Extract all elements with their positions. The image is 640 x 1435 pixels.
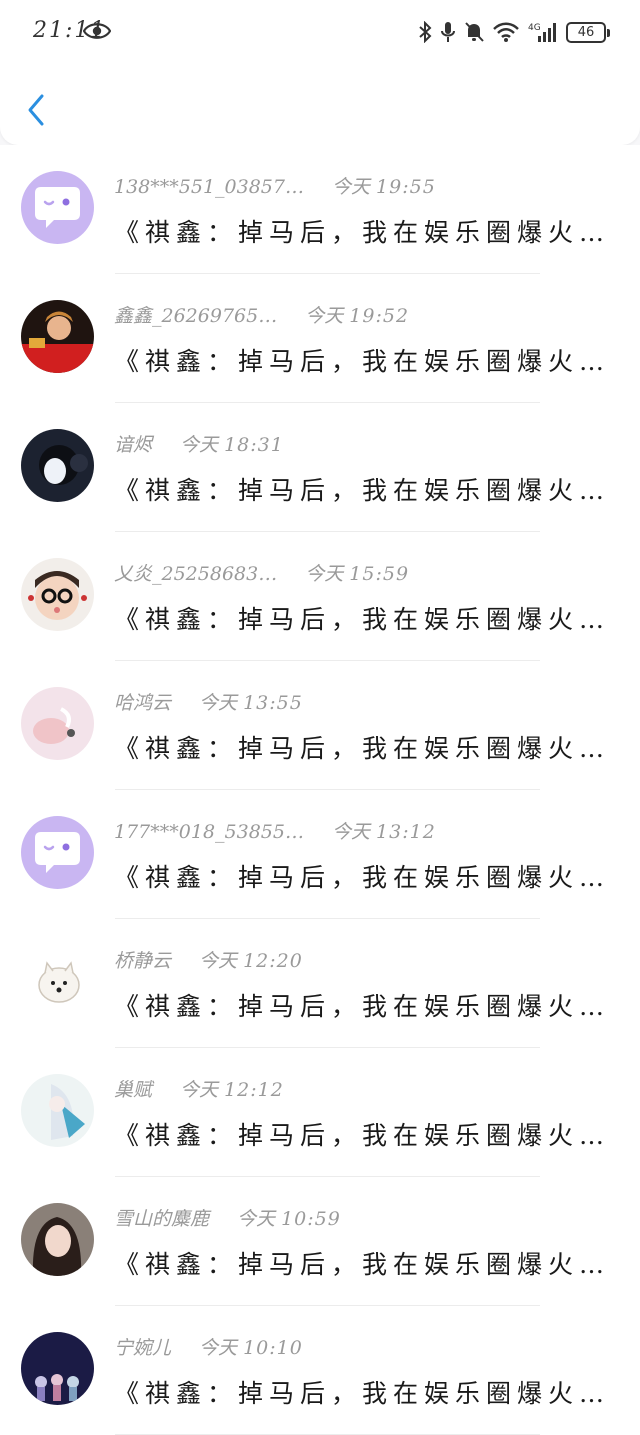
sender-name: 谙烬: [114, 434, 153, 456]
message-date: 今天: [199, 1337, 238, 1359]
message-meta: 宁婉儿 今天 10:10: [114, 1333, 303, 1360]
message-preview: 《祺鑫：掉马后，我在娱乐圈爆火…: [114, 1250, 611, 1279]
message-item[interactable]: 宁婉儿 今天 10:10 《祺鑫：掉马后，我在娱乐圈爆火…: [0, 1306, 640, 1435]
message-date: 今天: [199, 692, 238, 714]
avatar[interactable]: [21, 1332, 94, 1405]
top-bar: 21:11 4G 46: [0, 0, 640, 145]
message-date: 今天: [180, 1079, 219, 1101]
avatar[interactable]: [21, 816, 94, 889]
message-item[interactable]: 138***551_03857… 今天 19:55 《祺鑫：掉马后，我在娱乐圈爆火…: [0, 145, 640, 274]
eye-icon: [83, 23, 111, 39]
message-item[interactable]: 谙烬 今天 18:31 《祺鑫：掉马后，我在娱乐圈爆火…: [0, 403, 640, 532]
message-date: 今天: [331, 176, 370, 198]
message-item[interactable]: 鑫鑫_26269765… 今天 19:52 《祺鑫：掉马后，我在娱乐圈爆火…: [0, 274, 640, 403]
message-item[interactable]: 177***018_53855… 今天 13:12 《祺鑫：掉马后，我在娱乐圈爆火…: [0, 790, 640, 919]
sender-name: 巢赋: [114, 1079, 153, 1101]
message-time: 19:52: [349, 305, 410, 327]
avatar[interactable]: [21, 429, 94, 502]
message-time: 15:59: [349, 563, 410, 585]
message-date: 今天: [305, 305, 344, 327]
message-item[interactable]: 雪山的麋鹿 今天 10:59 《祺鑫：掉马后，我在娱乐圈爆火…: [0, 1177, 640, 1306]
message-meta: 桥静云 今天 12:20: [114, 946, 303, 973]
message-preview: 《祺鑫：掉马后，我在娱乐圈爆火…: [114, 347, 611, 376]
message-date: 今天: [199, 950, 238, 972]
message-item[interactable]: 巢赋 今天 12:12 《祺鑫：掉马后，我在娱乐圈爆火…: [0, 1048, 640, 1177]
chevron-left-icon: [28, 94, 44, 126]
message-meta: 巢赋 今天 12:12: [114, 1075, 284, 1102]
sender-name: 鑫鑫_26269765…: [114, 305, 278, 327]
message-item[interactable]: 哈鸿云 今天 13:55 《祺鑫：掉马后，我在娱乐圈爆火…: [0, 661, 640, 790]
message-date: 今天: [305, 563, 344, 585]
message-time: 18:31: [224, 434, 284, 456]
message-time: 10:10: [243, 1337, 303, 1359]
message-time: 10:59: [281, 1208, 341, 1230]
status-icons: 4G 46: [418, 18, 610, 46]
bluetooth-icon: [419, 21, 432, 43]
back-button[interactable]: [20, 88, 52, 132]
message-meta: 谙烬 今天 18:31: [114, 430, 284, 457]
signal-icon: 4G: [528, 23, 556, 42]
bell-muted-icon: [465, 22, 484, 42]
message-preview: 《祺鑫：掉马后，我在娱乐圈爆火…: [114, 605, 611, 634]
sender-name: 宁婉儿: [114, 1337, 172, 1359]
avatar[interactable]: [21, 687, 94, 760]
sender-name: 177***018_53855…: [114, 821, 304, 843]
message-date: 今天: [237, 1208, 276, 1230]
avatar[interactable]: [21, 1203, 94, 1276]
battery-indicator: 46: [566, 21, 610, 43]
avatar[interactable]: [21, 558, 94, 631]
message-meta: 鑫鑫_26269765… 今天 19:52: [114, 301, 409, 328]
avatar[interactable]: [21, 945, 94, 1018]
message-time: 13:12: [376, 821, 436, 843]
microphone-icon: [441, 22, 455, 42]
sender-name: 乂炎_25258683…: [114, 563, 278, 585]
sender-name: 138***551_03857…: [114, 176, 304, 198]
sender-name: 雪山的麋鹿: [114, 1208, 210, 1230]
avatar[interactable]: [21, 171, 94, 244]
message-preview: 《祺鑫：掉马后，我在娱乐圈爆火…: [114, 992, 611, 1021]
message-meta: 雪山的麋鹿 今天 10:59: [114, 1204, 341, 1231]
message-date: 今天: [180, 434, 219, 456]
wifi-icon: [493, 22, 519, 42]
svg-text:4G: 4G: [528, 23, 541, 33]
sender-name: 桥静云: [114, 950, 172, 972]
message-meta: 哈鸿云 今天 13:55: [114, 688, 303, 715]
status-bar: 21:11 4G 46: [0, 0, 640, 62]
message-time: 19:55: [376, 176, 436, 198]
message-time: 12:12: [224, 1079, 284, 1101]
message-meta: 138***551_03857… 今天 19:55: [114, 172, 436, 199]
message-meta: 乂炎_25258683… 今天 15:59: [114, 559, 409, 586]
avatar[interactable]: [21, 1074, 94, 1147]
message-time: 13:55: [243, 692, 303, 714]
sender-name: 哈鸿云: [114, 692, 172, 714]
message-time: 12:20: [243, 950, 303, 972]
message-preview: 《祺鑫：掉马后，我在娱乐圈爆火…: [114, 863, 611, 892]
message-item[interactable]: 桥静云 今天 12:20 《祺鑫：掉马后，我在娱乐圈爆火…: [0, 919, 640, 1048]
avatar[interactable]: [21, 300, 94, 373]
message-item[interactable]: 乂炎_25258683… 今天 15:59 《祺鑫：掉马后，我在娱乐圈爆火…: [0, 532, 640, 661]
message-preview: 《祺鑫：掉马后，我在娱乐圈爆火…: [114, 218, 611, 247]
message-date: 今天: [331, 821, 370, 843]
message-preview: 《祺鑫：掉马后，我在娱乐圈爆火…: [114, 1121, 611, 1150]
message-preview: 《祺鑫：掉马后，我在娱乐圈爆火…: [114, 734, 611, 763]
message-preview: 《祺鑫：掉马后，我在娱乐圈爆火…: [114, 476, 611, 505]
message-list: 138***551_03857… 今天 19:55 《祺鑫：掉马后，我在娱乐圈爆火……: [0, 145, 640, 1435]
message-meta: 177***018_53855… 今天 13:12: [114, 817, 436, 844]
message-preview: 《祺鑫：掉马后，我在娱乐圈爆火…: [114, 1379, 611, 1408]
